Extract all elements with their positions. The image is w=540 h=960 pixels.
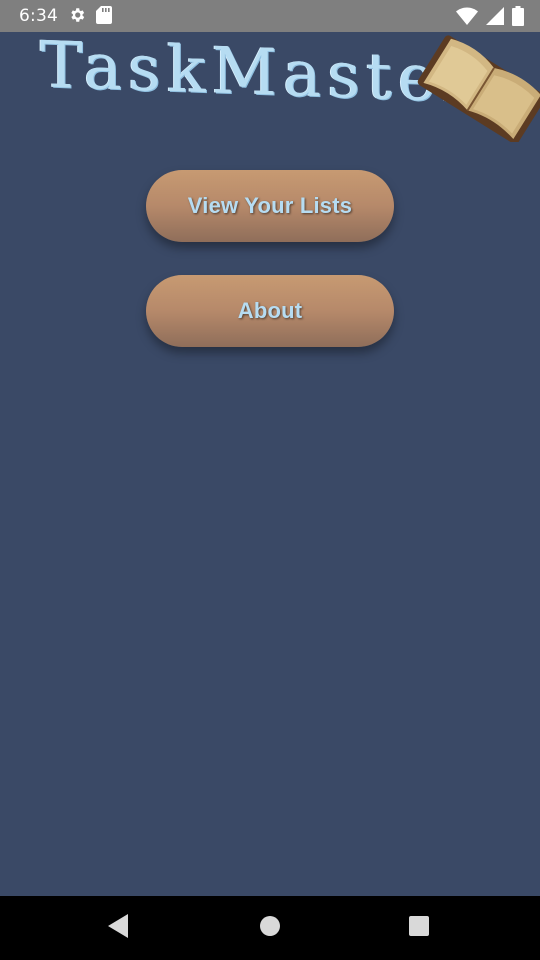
signal-icon <box>486 7 504 30</box>
navigation-bar <box>0 896 540 960</box>
view-lists-button[interactable]: View Your Lists <box>146 170 394 242</box>
about-label: About <box>237 298 303 323</box>
home-button[interactable] <box>255 913 285 943</box>
back-triangle-icon <box>108 913 130 943</box>
back-button[interactable] <box>104 913 134 943</box>
recents-button[interactable] <box>404 913 434 943</box>
app-title: TaskMaster <box>40 32 479 118</box>
sd-card-icon <box>96 6 112 29</box>
status-left-icons <box>68 6 112 29</box>
status-time: 6:34 <box>19 6 58 26</box>
open-book-icon <box>416 32 540 145</box>
recents-square-icon <box>408 915 430 942</box>
battery-icon <box>512 6 524 31</box>
home-circle-icon <box>259 915 281 942</box>
about-button[interactable]: About <box>146 275 394 347</box>
view-lists-label: View Your Lists <box>187 193 353 218</box>
app-content: TaskMaster View Your Lists About <box>0 32 540 896</box>
status-bar: 6:34 <box>0 0 540 32</box>
gear-icon <box>68 6 86 29</box>
status-right-icons <box>456 6 524 31</box>
wifi-icon <box>456 7 478 30</box>
